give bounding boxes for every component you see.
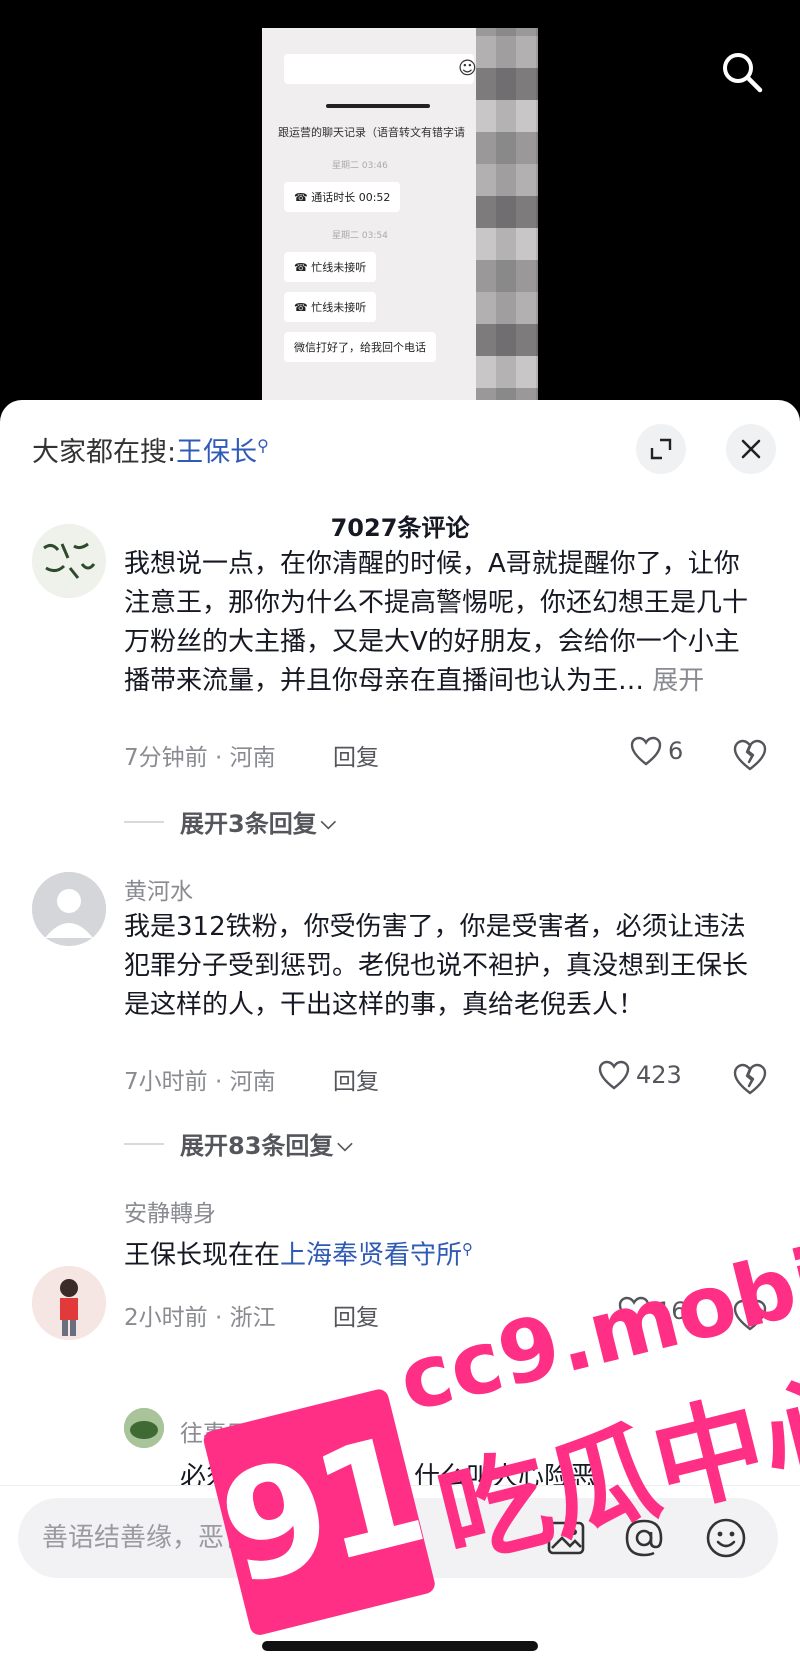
close-icon <box>741 439 761 459</box>
comment-panel: 大家都在搜:王保长⚲ 7027条评论 我想说一点，在你清醒的时候，A哥就提醒你了… <box>0 400 800 1665</box>
like-button[interactable]: 6 <box>630 736 683 766</box>
calligraphy-avatar-image <box>32 524 106 598</box>
phone-home-bar <box>326 104 430 108</box>
search-small-icon: ⚲ <box>257 436 269 455</box>
like-button[interactable]: 423 <box>598 1060 682 1090</box>
heart-icon <box>618 1296 650 1326</box>
avatar[interactable] <box>32 524 106 598</box>
comment-meta: 2小时前 · 浙江 <box>124 1305 276 1331</box>
search-icon[interactable] <box>720 50 764 94</box>
chat-message: ☎ 忙线未接听 <box>284 292 377 322</box>
chat-time: 星期二 03:54 <box>332 231 388 241</box>
comment-input-bar <box>0 1485 800 1665</box>
like-count: 16 <box>656 1297 687 1325</box>
chat-time: 星期二 03:46 <box>332 161 388 171</box>
comment-meta: 7分钟前 · 河南 <box>124 745 276 771</box>
chevron-down-icon: ⌵ <box>337 1131 353 1156</box>
portrait-avatar-image <box>32 1266 106 1340</box>
trending-search[interactable]: 大家都在搜:王保长⚲ <box>32 430 269 469</box>
emoji-icon[interactable] <box>704 1516 748 1560</box>
chat-message: 微信打好了，给我回个电话 <box>284 332 436 362</box>
chevron-down-icon: ⌵ <box>320 809 336 834</box>
comment-text: 我想说一点，在你清醒的时候，A哥就提醒你了，让你注意王，那你为什么不提高警惕呢，… <box>124 549 749 696</box>
emoji-icon: ☺ <box>458 58 477 79</box>
like-count: 6 <box>668 737 684 765</box>
avatar[interactable] <box>124 1408 164 1448</box>
location-link[interactable]: 上海奉贤看守所 <box>280 1241 462 1271</box>
phone-icon: ☎ <box>294 301 312 314</box>
home-indicator <box>262 1641 538 1651</box>
reply-button[interactable]: 回复 <box>333 1298 379 1332</box>
divider <box>124 820 164 823</box>
comment-text: 我是312铁粉，你受伤害了，你是受害者，必须让违法犯罪分子受到惩罚。老倪也说不袒… <box>124 912 749 1020</box>
comment-count: 7027条评论 <box>330 514 470 542</box>
expand-replies-button[interactable]: 展开83条回复 ⌵ <box>124 1126 353 1161</box>
username[interactable]: 安静轉身 <box>124 1194 216 1228</box>
fullscreen-button[interactable] <box>636 424 686 474</box>
comment-text: 王保长现在在上海奉贤看守所⚲ <box>124 1240 474 1271</box>
video-player[interactable]: ☺ 跟运营的聊天记录（语音转文有错字请 星期二 03:46 ☎ 通话时长 00:… <box>0 0 800 420</box>
broken-heart-icon[interactable] <box>733 1062 767 1096</box>
username[interactable]: 往事只能回味 <box>180 1414 318 1448</box>
video-frame: ☺ 跟运营的聊天记录（语音转文有错字请 星期二 03:46 ☎ 通话时长 00:… <box>262 28 538 420</box>
expand-text-link[interactable]: 展开 <box>652 666 704 696</box>
mention-icon[interactable] <box>622 1516 666 1560</box>
phone-input-box <box>284 54 474 84</box>
expand-replies-button[interactable]: 展开3条回复 ⌵ <box>124 804 336 839</box>
divider <box>124 1142 164 1145</box>
like-button[interactable]: 16 <box>618 1296 687 1326</box>
expand-icon <box>650 438 672 460</box>
reply-button[interactable]: 回复 <box>333 738 379 772</box>
trending-search-prefix: 大家都在搜: <box>32 437 177 468</box>
trending-search-keyword[interactable]: 王保长 <box>176 437 257 468</box>
chat-message: ☎ 忙线未接听 <box>284 252 377 282</box>
mosaic-blur <box>476 28 538 420</box>
search-small-icon: ⚲ <box>462 1240 474 1258</box>
chat-message: ☎ 通话时长 00:52 <box>284 182 401 212</box>
close-button[interactable] <box>726 424 776 474</box>
username[interactable]: 黄河水 <box>124 872 193 906</box>
heart-icon <box>598 1060 630 1090</box>
avatar[interactable] <box>32 872 106 946</box>
comment-meta: 7小时前 · 河南 <box>124 1069 276 1095</box>
avatar[interactable] <box>32 1266 106 1340</box>
reply-button[interactable]: 回复 <box>333 1062 379 1096</box>
heart-icon <box>630 736 662 766</box>
broken-heart-icon[interactable] <box>733 1298 767 1332</box>
default-avatar-icon <box>32 872 106 946</box>
like-count: 423 <box>636 1061 682 1089</box>
broken-heart-icon[interactable] <box>733 738 767 772</box>
phone-icon: ☎ <box>294 191 312 204</box>
image-icon[interactable] <box>544 1516 588 1560</box>
phone-icon: ☎ <box>294 261 312 274</box>
video-caption: 跟运营的聊天记录（语音转文有错字请 <box>278 126 465 139</box>
leaf-avatar-image <box>124 1408 164 1448</box>
